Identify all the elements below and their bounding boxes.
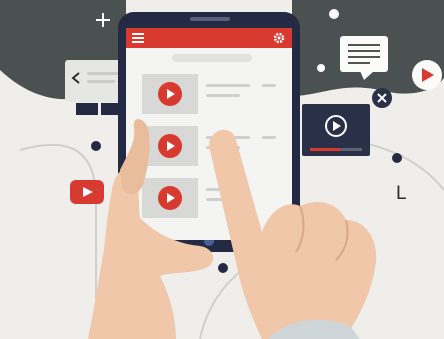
pointing-hand	[209, 129, 377, 339]
holding-hand	[88, 167, 214, 339]
scene: L	[0, 0, 444, 339]
holding-thumb	[120, 119, 150, 195]
hands	[88, 119, 377, 339]
